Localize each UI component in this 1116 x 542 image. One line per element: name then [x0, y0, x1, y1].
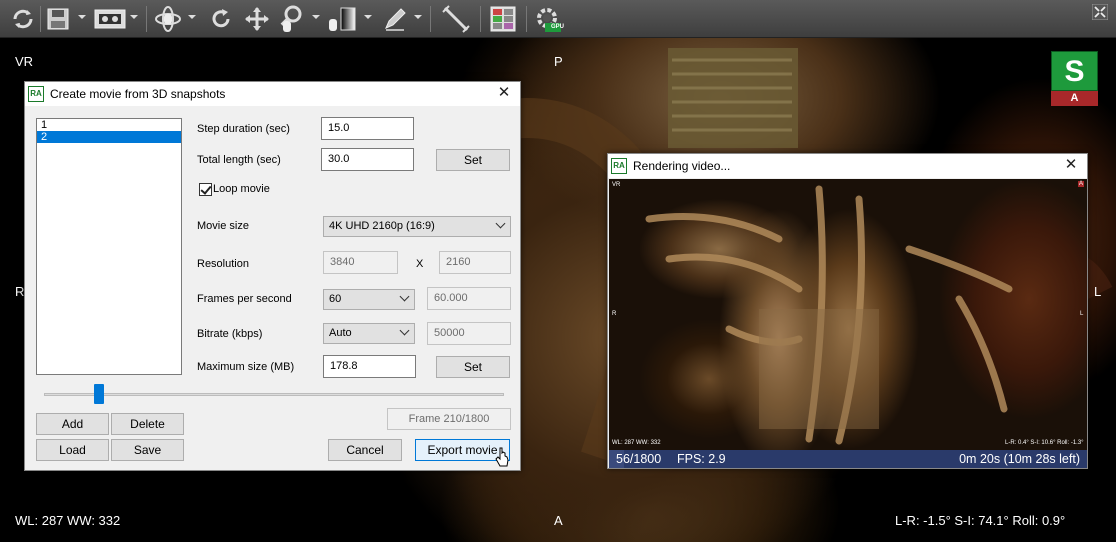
total-length-input[interactable]: 30.0 — [321, 148, 414, 171]
chevron-down-icon — [399, 325, 410, 336]
fps-value: 60 — [329, 293, 342, 305]
movie-dropdown-icon[interactable] — [130, 15, 138, 19]
time-remaining-text: 0m 20s (10m 28s left) — [959, 452, 1080, 466]
toolbar-separator — [40, 6, 41, 32]
zoom-icon[interactable] — [276, 5, 308, 33]
thumb-wl-readout: WL: 287 WW: 332 — [612, 440, 661, 446]
thumb-orientation-cube: A — [1078, 181, 1085, 187]
gpu-icon[interactable]: GPU — [532, 5, 564, 33]
max-size-label: Maximum size (MB) — [197, 361, 295, 373]
vessel-render-image — [645, 185, 1013, 445]
app-logo-icon: RA — [28, 86, 44, 102]
bitrate-label: Bitrate (kbps) — [197, 328, 263, 340]
movie-size-value: 4K UHD 2160p (16:9) — [329, 220, 435, 232]
resolution-label: Resolution — [197, 258, 249, 270]
orientation-cube-bottom: A — [1051, 91, 1098, 106]
resolution-width-input: 3840 — [323, 251, 398, 274]
orientation-label-bottom: A — [554, 513, 563, 528]
windowlevel-icon[interactable] — [324, 5, 358, 33]
rotate3d-icon[interactable] — [152, 5, 184, 33]
window-level-readout: WL: 287 WW: 332 — [15, 513, 121, 528]
loop-movie-label[interactable]: Loop movie — [213, 183, 270, 195]
fps-select[interactable]: 60 — [323, 289, 415, 310]
fps-label: Frames per second — [197, 293, 292, 305]
main-toolbar: GPU — [0, 0, 1116, 38]
render-preview: VR A R L WL: 287 WW: 332 L-R: 0.4° S-I: … — [609, 179, 1087, 450]
snapshot-item[interactable]: 2 — [37, 131, 181, 143]
orientation-readout: L-R: -1.5° S-I: 74.1° Roll: 0.9° — [895, 513, 1066, 528]
dialog-titlebar[interactable]: RA Rendering video... ✕ — [608, 154, 1087, 178]
toolbar-separator — [146, 6, 147, 32]
max-size-input[interactable]: 178.8 — [323, 355, 416, 378]
orientation-cube-top: S — [1051, 51, 1098, 91]
save-button[interactable]: Save — [111, 439, 184, 461]
bitrate-value: Auto — [329, 327, 352, 339]
windowlevel-dropdown-icon[interactable] — [364, 15, 372, 19]
rotate3d-dropdown-icon[interactable] — [188, 15, 196, 19]
delete-button[interactable]: Delete — [111, 413, 184, 435]
resolution-height-input: 2160 — [439, 251, 511, 274]
chevron-down-icon — [495, 218, 506, 229]
set-total-length-button[interactable]: Set — [436, 149, 510, 171]
pan-icon[interactable] — [242, 5, 272, 33]
orientation-label-top: P — [554, 54, 563, 69]
movie-size-select[interactable]: 4K UHD 2160p (16:9) — [323, 216, 511, 237]
orientation-label-right: L — [1094, 284, 1102, 299]
toolbar-separator — [480, 6, 481, 32]
resolution-separator: X — [416, 258, 424, 270]
add-button[interactable]: Add — [36, 413, 109, 435]
close-icon[interactable]: ✕ — [496, 85, 512, 101]
thumb-label-right: L — [1080, 311, 1084, 317]
reset-icon[interactable] — [8, 5, 38, 33]
snapshot-item[interactable]: 1 — [37, 119, 181, 131]
frame-slider-track[interactable] — [44, 393, 504, 396]
rendering-video-dialog: RA Rendering video... ✕ VR A R L WL: 287… — [607, 153, 1088, 469]
orientation-label-left: R — [15, 284, 25, 299]
view-mode-label: VR — [15, 54, 34, 69]
mouse-cursor-icon — [495, 447, 509, 467]
set-max-size-button[interactable]: Set — [436, 356, 510, 378]
loop-movie-checkbox[interactable] — [199, 183, 212, 196]
frame-progress-text: 56/1800 — [616, 452, 662, 466]
thumb-label-left: R — [612, 311, 617, 317]
step-duration-label: Step duration (sec) — [197, 123, 290, 135]
fps-exact-input: 60.000 — [427, 287, 511, 310]
thumb-orientation-readout: L-R: 0.4° S-I: 10.6° Roll: -1.3° — [1005, 440, 1084, 446]
dialog-titlebar[interactable]: RA Create movie from 3D snapshots ✕ — [25, 82, 520, 106]
dialog-title: Rendering video... — [633, 159, 731, 173]
render-progress-bar: 56/1800 FPS: 2.9 0m 20s (10m 28s left) — [609, 450, 1087, 468]
snapshot-list[interactable]: 12 — [36, 118, 182, 375]
save-dropdown-icon[interactable] — [78, 15, 86, 19]
chevron-down-icon — [399, 291, 410, 302]
draw-icon[interactable] — [380, 5, 410, 33]
cancel-button[interactable]: Cancel — [328, 439, 402, 461]
toolbar-separator — [430, 6, 431, 32]
draw-dropdown-icon[interactable] — [414, 15, 422, 19]
movie-icon[interactable] — [93, 5, 127, 33]
bitrate-exact-input: 50000 — [427, 322, 511, 345]
orientation-cube[interactable]: S A — [1051, 51, 1098, 106]
bitrate-select[interactable]: Auto — [323, 323, 415, 344]
dialog-title: Create movie from 3D snapshots — [50, 87, 226, 101]
app-logo-icon: RA — [611, 158, 627, 174]
toolbar-separator — [526, 6, 527, 32]
load-button[interactable]: Load — [36, 439, 109, 461]
gpu-label: GPU — [551, 24, 565, 30]
frame-slider-thumb[interactable] — [94, 384, 105, 404]
layout-icon[interactable] — [488, 5, 518, 33]
zoom-dropdown-icon[interactable] — [312, 15, 320, 19]
create-movie-dialog: RA Create movie from 3D snapshots ✕ 12 A… — [24, 81, 521, 471]
fullscreen-icon[interactable] — [1090, 4, 1110, 20]
rotate-icon[interactable] — [206, 5, 236, 33]
thumb-view-mode-label: VR — [612, 182, 621, 188]
movie-size-label: Movie size — [197, 220, 249, 232]
measure-icon[interactable] — [440, 5, 472, 33]
step-duration-input[interactable]: 15.0 — [321, 117, 414, 140]
total-length-label: Total length (sec) — [197, 154, 281, 166]
close-icon[interactable]: ✕ — [1063, 157, 1079, 173]
frame-counter: Frame 210/1800 — [387, 408, 511, 430]
save-icon[interactable] — [44, 5, 72, 33]
fps-text: FPS: 2.9 — [677, 452, 726, 466]
